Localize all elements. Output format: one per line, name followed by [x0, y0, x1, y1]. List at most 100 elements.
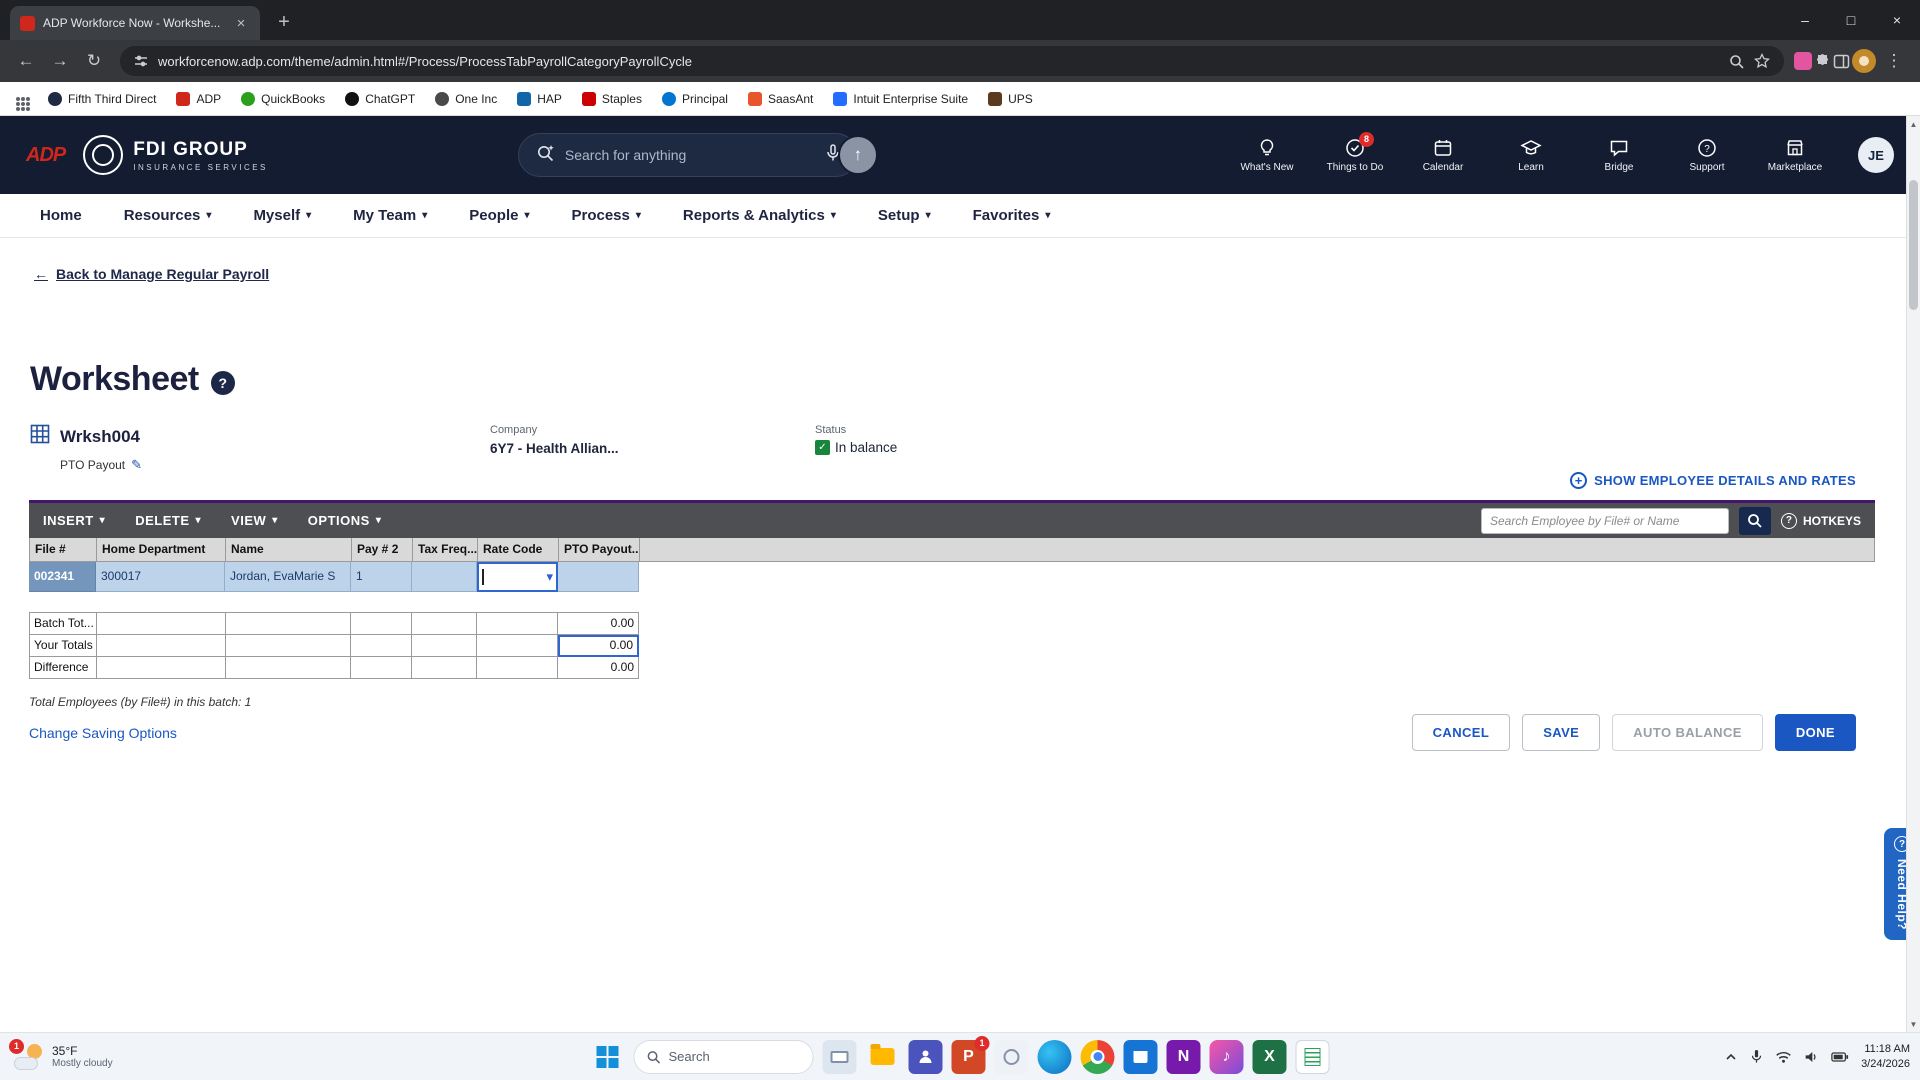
browser-reload-icon[interactable]: ↻	[78, 45, 110, 77]
url-text[interactable]: workforcenow.adp.com/theme/admin.html#/P…	[158, 54, 1719, 69]
edit-pencil-icon[interactable]: ✎	[131, 457, 142, 473]
cell-file-number[interactable]: 002341	[29, 562, 96, 592]
marketplace-button[interactable]: Marketplace	[1764, 138, 1826, 173]
excel-icon[interactable]: X	[1253, 1040, 1287, 1074]
things-to-do-button[interactable]: 8 Things to Do	[1324, 138, 1386, 173]
nav-process[interactable]: Process▾	[571, 207, 640, 224]
tab-close-icon[interactable]: ×	[232, 15, 250, 32]
nav-home[interactable]: Home	[40, 207, 82, 224]
taskbar-search[interactable]: Search	[634, 1040, 814, 1074]
adp-logo[interactable]: ADP	[26, 144, 65, 167]
search-submit-icon[interactable]: ↑	[838, 135, 878, 175]
scrollbar-down-icon[interactable]: ▼	[1907, 1016, 1920, 1032]
learn-button[interactable]: Learn	[1500, 138, 1562, 173]
page-scrollbar[interactable]: ▲ ▼	[1906, 116, 1920, 1032]
global-search-input[interactable]	[565, 147, 815, 163]
tray-mic-icon[interactable]	[1750, 1049, 1763, 1064]
bookmark-principal[interactable]: Principal	[662, 92, 728, 106]
bookmark-fifth-third[interactable]: Fifth Third Direct	[48, 92, 156, 106]
nav-people[interactable]: People▾	[469, 207, 529, 224]
apps-grid-icon[interactable]	[16, 97, 20, 101]
nav-favorites[interactable]: Favorites▾	[973, 207, 1051, 224]
insert-menu-button[interactable]: INSERT▾	[43, 513, 105, 528]
tray-chevron-up-icon[interactable]	[1724, 1050, 1738, 1064]
browser-profile-icon[interactable]	[1852, 49, 1876, 73]
volume-icon[interactable]	[1804, 1050, 1819, 1064]
extensions-puzzle-icon[interactable]	[1814, 53, 1831, 70]
cell-tax-freq[interactable]	[412, 562, 477, 592]
col-header-file[interactable]: File #	[30, 538, 97, 561]
col-header-name[interactable]: Name	[226, 538, 352, 561]
site-info-icon[interactable]	[134, 54, 148, 68]
window-minimize-button[interactable]: –	[1782, 0, 1828, 40]
url-bar[interactable]: workforcenow.adp.com/theme/admin.html#/P…	[120, 46, 1784, 76]
col-header-home-department[interactable]: Home Department	[97, 538, 226, 561]
window-close-button[interactable]: ×	[1874, 0, 1920, 40]
new-tab-button[interactable]: +	[270, 11, 298, 34]
bookmark-intuit[interactable]: Intuit Enterprise Suite	[833, 92, 968, 106]
hotkeys-button[interactable]: ? HOTKEYS	[1781, 513, 1861, 529]
music-app-icon[interactable]: ♪	[1210, 1040, 1244, 1074]
onenote-icon[interactable]: N	[1167, 1040, 1201, 1074]
scrollbar-up-icon[interactable]: ▲	[1907, 116, 1920, 132]
bookmark-one-inc[interactable]: One Inc	[435, 92, 497, 106]
store-icon[interactable]	[1124, 1040, 1158, 1074]
back-to-manage-payroll-link[interactable]: ← Back to Manage Regular Payroll	[34, 266, 269, 282]
nav-myself[interactable]: Myself▾	[253, 207, 311, 224]
col-header-pto-payout[interactable]: PTO Payout...	[559, 538, 640, 561]
side-panel-icon[interactable]	[1833, 53, 1850, 70]
user-avatar[interactable]: JE	[1858, 137, 1894, 173]
browser-back-icon[interactable]: ←	[10, 45, 42, 77]
taskbar-clock[interactable]: 11:18 AM 3/24/2026	[1861, 1042, 1910, 1072]
worksheet-help-icon[interactable]: ?	[211, 371, 235, 395]
chrome-icon[interactable]	[1081, 1040, 1115, 1074]
calendar-button[interactable]: Calendar	[1412, 138, 1474, 173]
pink-extension-icon[interactable]	[1794, 52, 1812, 70]
cell-name[interactable]: Jordan, EvaMarie S	[225, 562, 351, 592]
bookmark-star-icon[interactable]	[1754, 53, 1770, 69]
cancel-button[interactable]: CANCEL	[1412, 714, 1511, 751]
browser-tab[interactable]: ADP Workforce Now - Workshe... ×	[10, 6, 260, 40]
bookmark-quickbooks[interactable]: QuickBooks	[241, 92, 325, 106]
global-search-pill[interactable]	[518, 133, 858, 177]
your-totals-value[interactable]: 0.00	[558, 635, 639, 657]
browser-forward-icon[interactable]: →	[44, 45, 76, 77]
change-saving-options-link[interactable]: Change Saving Options	[29, 725, 177, 741]
nav-reports-analytics[interactable]: Reports & Analytics▾	[683, 207, 836, 224]
bookmark-saasant[interactable]: SaasAnt	[748, 92, 813, 106]
nav-my-team[interactable]: My Team▾	[353, 207, 427, 224]
show-employee-details-link[interactable]: + SHOW EMPLOYEE DETAILS AND RATES	[1570, 472, 1856, 489]
done-button[interactable]: DONE	[1775, 714, 1856, 751]
scrollbar-thumb[interactable]	[1909, 180, 1918, 310]
employee-search-button[interactable]	[1739, 507, 1771, 535]
window-maximize-button[interactable]: □	[1828, 0, 1874, 40]
start-button[interactable]	[591, 1040, 625, 1074]
cell-pto-payout[interactable]	[558, 562, 639, 592]
save-button[interactable]: SAVE	[1522, 714, 1600, 751]
nav-setup[interactable]: Setup▾	[878, 207, 931, 224]
bookmark-adp[interactable]: ADP	[176, 92, 221, 106]
bookmark-ups[interactable]: UPS	[988, 92, 1033, 106]
cell-pay2[interactable]: 1	[351, 562, 412, 592]
whats-new-button[interactable]: What's New	[1236, 138, 1298, 173]
bridge-button[interactable]: Bridge	[1588, 138, 1650, 173]
col-header-rate-code[interactable]: Rate Code	[478, 538, 559, 561]
cell-rate-code-editor[interactable]: ▾	[477, 562, 558, 592]
bookmark-hap[interactable]: HAP	[517, 92, 562, 106]
desktop-app-icon[interactable]	[823, 1040, 857, 1074]
teams-icon[interactable]	[909, 1040, 943, 1074]
col-header-tax-freq[interactable]: Tax Freq...	[413, 538, 478, 561]
powerpoint-icon[interactable]: P1	[952, 1040, 986, 1074]
weather-widget[interactable]: 1 35°F Mostly cloudy	[6, 1040, 121, 1074]
employee-search-input[interactable]	[1481, 508, 1729, 534]
options-menu-button[interactable]: OPTIONS▾	[308, 513, 382, 528]
delete-menu-button[interactable]: DELETE▾	[135, 513, 201, 528]
spreadsheet-app-icon[interactable]	[1296, 1040, 1330, 1074]
zoom-icon[interactable]	[1729, 54, 1744, 69]
view-menu-button[interactable]: VIEW▾	[231, 513, 278, 528]
bookmark-staples[interactable]: Staples	[582, 92, 642, 106]
dropdown-chevron-icon[interactable]: ▾	[546, 563, 553, 591]
auto-balance-button[interactable]: AUTO BALANCE	[1612, 714, 1763, 751]
browser-menu-icon[interactable]: ⋮	[1878, 45, 1910, 77]
cell-home-department[interactable]: 300017	[96, 562, 225, 592]
